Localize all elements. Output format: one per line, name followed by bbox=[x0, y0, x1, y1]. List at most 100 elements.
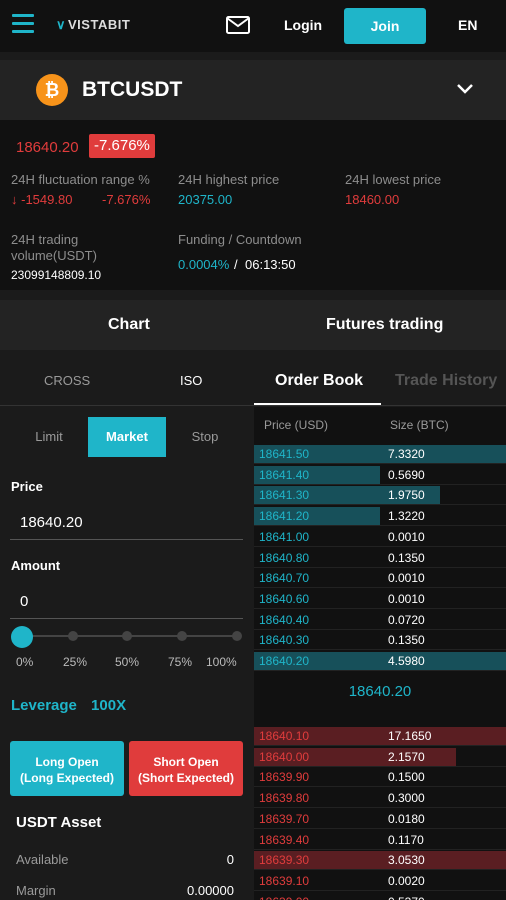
high-label: 24H highest price bbox=[178, 172, 280, 187]
slider-mark-50: 50% bbox=[115, 655, 140, 669]
row-price: 18640.40 bbox=[259, 612, 310, 627]
ask-row[interactable]: 18640.00 2.1570 bbox=[254, 747, 506, 767]
row-price: 18640.30 bbox=[259, 633, 310, 648]
bid-row[interactable]: 18641.00 0.0010 bbox=[254, 527, 506, 547]
slider-dot-25[interactable] bbox=[68, 631, 78, 641]
bid-row[interactable]: 18640.70 0.0010 bbox=[254, 568, 506, 589]
row-price: 18640.00 bbox=[259, 749, 310, 764]
short-open-label: Short Open bbox=[153, 755, 219, 769]
ask-row[interactable]: 18639.00 0.5370 bbox=[254, 892, 506, 900]
row-price: 18641.50 bbox=[259, 447, 310, 461]
slider-mark-100: 100% bbox=[206, 655, 237, 669]
short-open-button[interactable]: Short Open (Short Expected) bbox=[129, 741, 243, 796]
order-type-limit[interactable]: Limit bbox=[10, 417, 88, 457]
tab-chart[interactable]: Chart bbox=[108, 316, 150, 334]
size-column-header: Size (BTC) bbox=[390, 418, 449, 432]
mail-icon[interactable] bbox=[226, 16, 250, 34]
order-type-stop[interactable]: Stop bbox=[166, 417, 244, 457]
fluctuation-value: ↓ -1549.80 bbox=[11, 192, 73, 207]
row-size: 0.1350 bbox=[388, 633, 425, 648]
chevron-down-icon[interactable] bbox=[456, 80, 474, 98]
ask-row[interactable]: 18639.40 0.1170 bbox=[254, 830, 506, 850]
row-size: 0.1350 bbox=[388, 550, 425, 565]
volume-label: 24H trading bbox=[11, 232, 79, 247]
bid-row[interactable]: 18641.30 1.9750 bbox=[254, 485, 506, 506]
row-size: 0.0180 bbox=[388, 811, 425, 826]
slider-mark-25: 25% bbox=[63, 655, 88, 669]
leverage-selector[interactable]: Leverage 100X bbox=[11, 697, 126, 714]
fluctuation-label: 24H fluctuation range % bbox=[11, 172, 150, 187]
bid-row[interactable]: 18640.60 0.0010 bbox=[254, 589, 506, 609]
row-price: 18640.70 bbox=[259, 571, 310, 586]
ask-row[interactable]: 18639.80 0.3000 bbox=[254, 788, 506, 809]
slider-dot-100[interactable] bbox=[232, 631, 242, 641]
row-size: 17.1650 bbox=[388, 729, 432, 743]
price-input[interactable]: 18640.20 bbox=[20, 514, 83, 531]
available-value: 0 bbox=[226, 852, 234, 867]
active-tab-underline bbox=[254, 403, 381, 405]
price-column-header: Price (USD) bbox=[264, 418, 329, 432]
price-underline bbox=[10, 539, 243, 540]
join-button[interactable]: Join bbox=[344, 8, 426, 44]
tab-cross[interactable]: CROSS bbox=[44, 373, 90, 388]
row-price: 18640.80 bbox=[259, 550, 310, 565]
volume-label-unit: volume(USDT) bbox=[11, 248, 97, 263]
amount-input[interactable]: 0 bbox=[20, 593, 28, 610]
trade-panel: Limit Market Stop Price 18640.20 Amount … bbox=[0, 407, 254, 900]
row-price: 18640.20 bbox=[259, 654, 310, 668]
row-price: 18640.10 bbox=[259, 729, 310, 743]
row-price: 18641.40 bbox=[259, 467, 310, 482]
ask-row[interactable]: 18639.30 3.0530 bbox=[254, 850, 506, 871]
row-size: 0.5690 bbox=[388, 467, 425, 482]
amount-underline bbox=[10, 618, 243, 619]
symbol-name: BTCUSDT bbox=[82, 78, 183, 101]
leverage-label: Leverage bbox=[11, 697, 77, 714]
row-price: 18639.40 bbox=[259, 832, 310, 847]
bid-row[interactable]: 18641.40 0.5690 bbox=[254, 465, 506, 485]
tab-trade-history[interactable]: Trade History bbox=[395, 372, 497, 390]
order-type-market[interactable]: Market bbox=[88, 417, 166, 457]
low-label: 24H lowest price bbox=[345, 172, 442, 187]
market-stats: 18640.20 -7.676% 24H fluctuation range %… bbox=[0, 120, 506, 290]
tab-futures-trading[interactable]: Futures trading bbox=[326, 316, 443, 334]
row-price: 18639.10 bbox=[259, 873, 310, 888]
sub-tabs: CROSS ISO Order Book Trade History bbox=[0, 356, 506, 406]
symbol-selector[interactable]: ₿ BTCUSDT bbox=[0, 60, 506, 120]
slider-mark-75: 75% bbox=[168, 655, 193, 669]
slider-dot-75[interactable] bbox=[177, 631, 187, 641]
funding-rate: 0.0004% bbox=[178, 257, 230, 272]
row-price: 18639.70 bbox=[259, 811, 310, 826]
tab-order-book[interactable]: Order Book bbox=[275, 372, 363, 390]
row-price: 18639.30 bbox=[259, 853, 310, 868]
ask-row[interactable]: 18639.10 0.0020 bbox=[254, 871, 506, 891]
bid-row[interactable]: 18641.50 7.3320 bbox=[254, 444, 506, 464]
language-selector[interactable]: EN bbox=[458, 17, 477, 33]
row-size: 0.0720 bbox=[388, 612, 425, 627]
bid-row[interactable]: 18640.40 0.0720 bbox=[254, 610, 506, 630]
bid-row[interactable]: 18640.20 4.5980 bbox=[254, 651, 506, 671]
row-size: 4.5980 bbox=[388, 654, 425, 668]
row-price: 18641.00 bbox=[259, 529, 310, 544]
menu-icon[interactable] bbox=[12, 14, 34, 36]
bid-row[interactable]: 18640.80 0.1350 bbox=[254, 548, 506, 568]
row-size: 2.1570 bbox=[388, 749, 425, 764]
long-open-button[interactable]: Long Open (Long Expected) bbox=[10, 741, 124, 796]
mid-price: 18640.20 bbox=[348, 683, 412, 700]
slider-dot-50[interactable] bbox=[122, 631, 132, 641]
leverage-value: 100X bbox=[91, 697, 127, 714]
top-bar: ∨ VISTABIT Login Join EN bbox=[0, 0, 506, 52]
logo[interactable]: ∨ VISTABIT bbox=[56, 17, 130, 33]
tab-iso[interactable]: ISO bbox=[180, 373, 202, 388]
slider-handle[interactable] bbox=[11, 626, 33, 648]
login-link[interactable]: Login bbox=[284, 17, 322, 33]
row-size: 0.5370 bbox=[388, 895, 425, 900]
row-price: 18641.30 bbox=[259, 488, 310, 503]
ask-row[interactable]: 18640.10 17.1650 bbox=[254, 726, 506, 746]
bid-row[interactable]: 18641.20 1.3220 bbox=[254, 506, 506, 527]
row-size: 0.0010 bbox=[388, 571, 425, 586]
row-price: 18641.20 bbox=[259, 509, 310, 524]
bid-row[interactable]: 18640.30 0.1350 bbox=[254, 630, 506, 651]
volume-value: 23099148809.10 bbox=[11, 268, 102, 282]
ask-row[interactable]: 18639.70 0.0180 bbox=[254, 809, 506, 829]
ask-row[interactable]: 18639.90 0.1500 bbox=[254, 767, 506, 788]
